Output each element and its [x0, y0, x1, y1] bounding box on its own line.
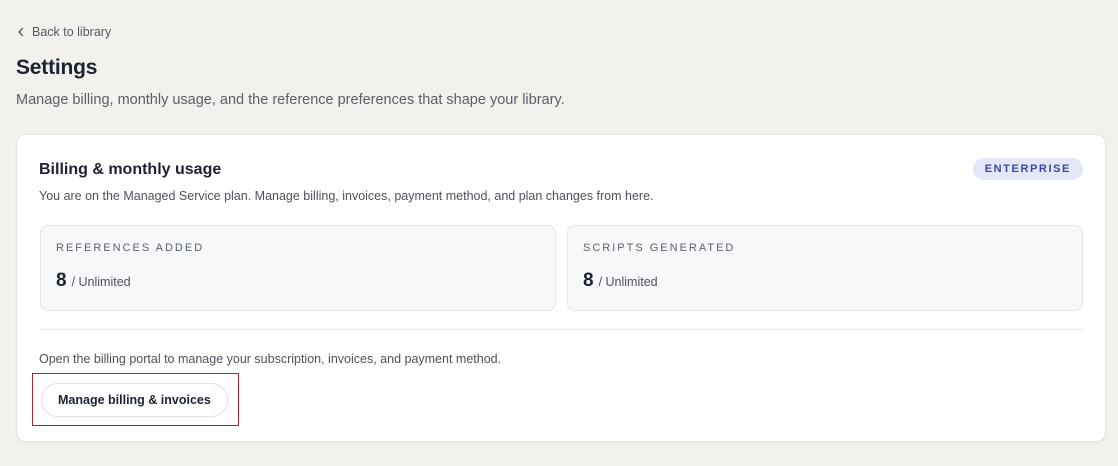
- page-title: Settings: [16, 56, 98, 79]
- billing-portal-text: Open the billing portal to manage your s…: [39, 352, 502, 366]
- billing-usage-card: Billing & monthly usage ENTERPRISE You a…: [16, 134, 1106, 442]
- scripts-generated-label: SCRIPTS GENERATED: [583, 242, 736, 254]
- page-subtitle: Manage billing, monthly usage, and the r…: [16, 92, 565, 108]
- manage-billing-button[interactable]: Manage billing & invoices: [41, 383, 228, 417]
- back-link-label: Back to library: [32, 25, 112, 39]
- scripts-generated-stat: SCRIPTS GENERATED 8 / Unlimited: [567, 225, 1083, 311]
- section-divider: [39, 329, 1083, 330]
- references-added-label: REFERENCES ADDED: [56, 242, 205, 254]
- scripts-generated-value-row: 8 / Unlimited: [583, 270, 658, 292]
- references-added-limit: / Unlimited: [71, 275, 131, 289]
- scripts-generated-value: 8: [583, 270, 594, 291]
- billing-card-title: Billing & monthly usage: [39, 161, 222, 178]
- billing-card-description: You are on the Managed Service plan. Man…: [39, 189, 654, 203]
- scripts-generated-limit: / Unlimited: [598, 275, 658, 289]
- references-added-value-row: 8 / Unlimited: [56, 270, 131, 292]
- chevron-left-icon: [17, 27, 25, 37]
- back-to-library-link[interactable]: Back to library: [17, 25, 111, 39]
- references-added-stat: REFERENCES ADDED 8 / Unlimited: [40, 225, 556, 311]
- plan-badge: ENTERPRISE: [972, 158, 1083, 180]
- references-added-value: 8: [56, 270, 67, 291]
- settings-page: Back to library Settings Manage billing,…: [0, 0, 1118, 466]
